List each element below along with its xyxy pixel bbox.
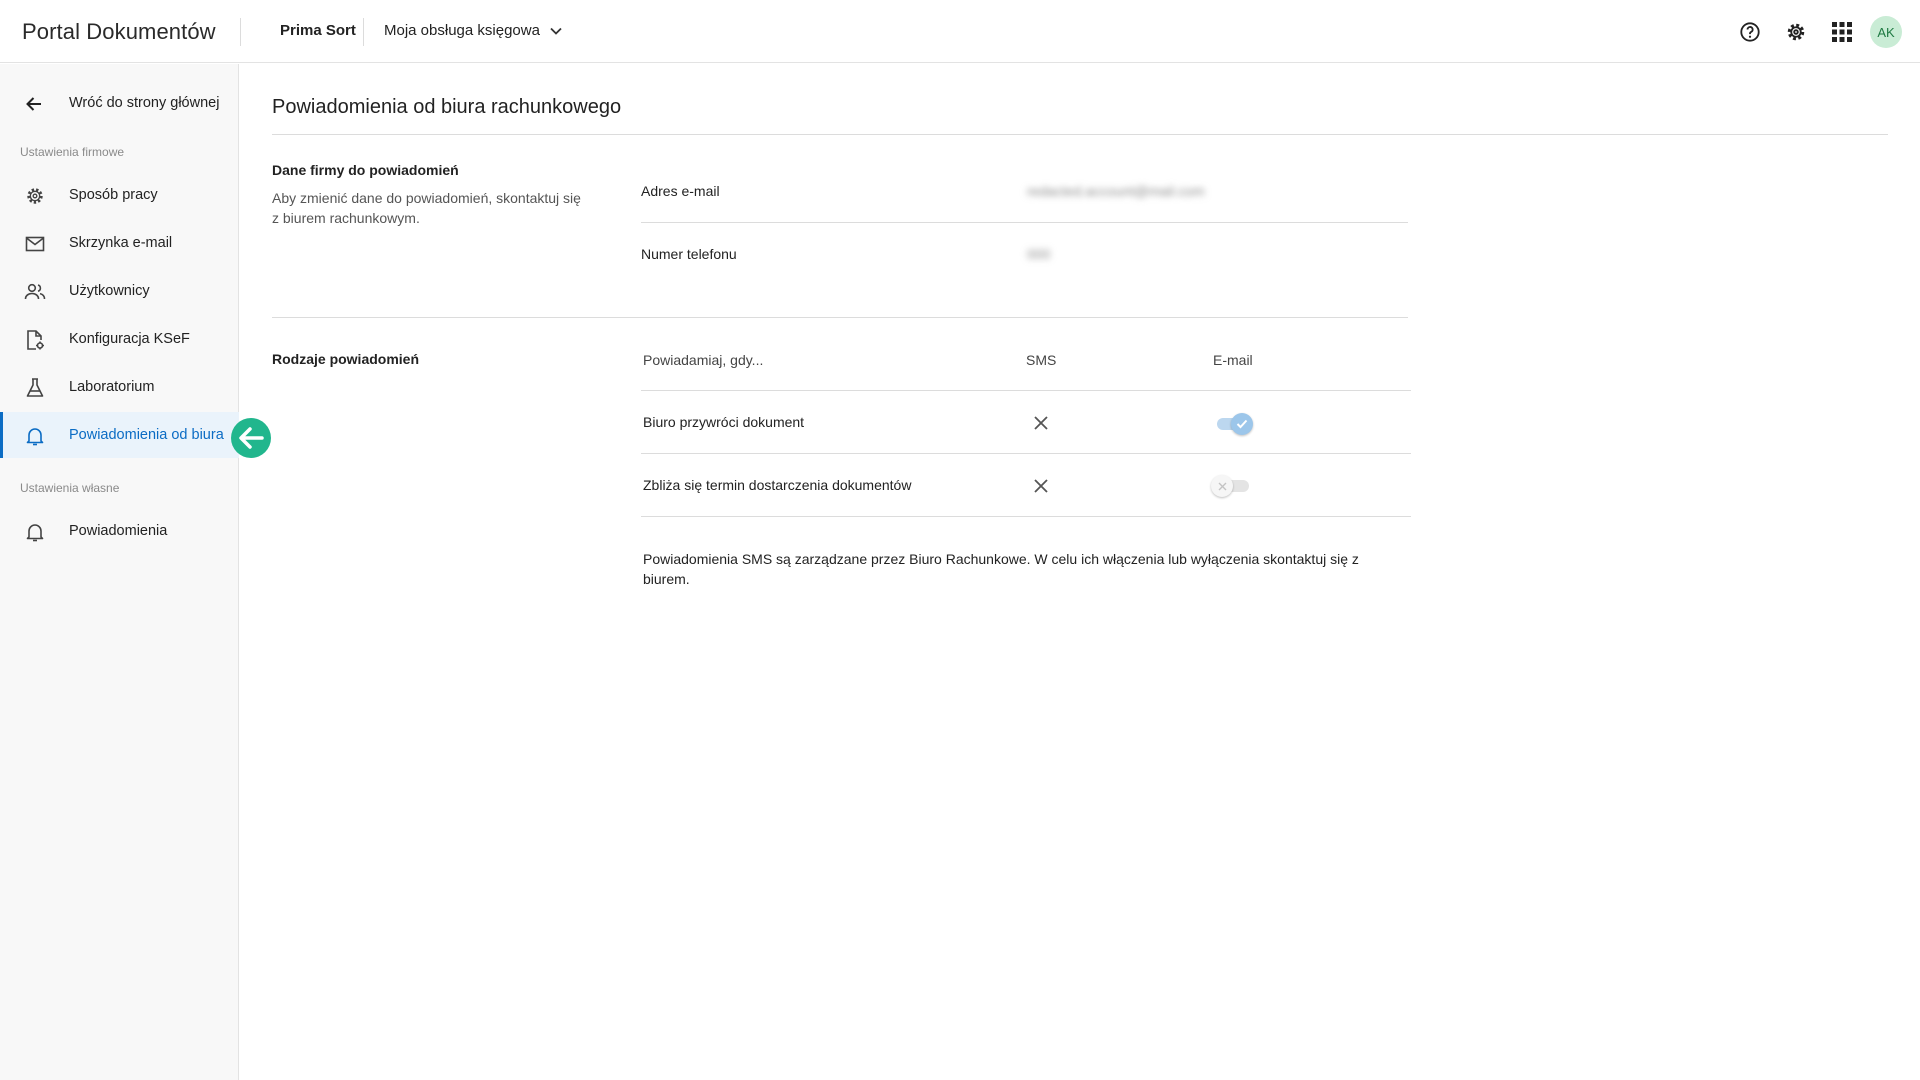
row-divider	[641, 453, 1411, 454]
flask-icon	[24, 377, 46, 399]
app-title[interactable]: Portal Dokumentów	[22, 19, 216, 45]
sms-disabled-x-icon	[1032, 414, 1050, 432]
sidebar-item-label: Użytkownicy	[69, 283, 150, 299]
highlight-arrow-icon	[231, 418, 271, 458]
sidebar-item-laboratory[interactable]: Laboratorium	[0, 364, 239, 410]
arrow-left-icon	[24, 94, 44, 119]
table-divider	[641, 390, 1411, 391]
company-name: Prima Sort	[280, 22, 356, 39]
sidebar-item-label: Powiadomienia	[69, 523, 168, 539]
close-icon	[1211, 475, 1233, 497]
field-divider	[641, 222, 1408, 223]
row-label: Biuro przywróci dokument	[643, 414, 805, 430]
back-to-home-link[interactable]: Wróć do strony głównej	[0, 84, 239, 124]
document-settings-icon	[24, 329, 46, 351]
service-label: Moja obsługa księgowa	[384, 22, 540, 39]
sidebar-item-office-notifications[interactable]: Powiadomienia od biura	[0, 412, 239, 458]
section-title-own: Ustawienia własne	[20, 481, 120, 495]
title-divider	[272, 134, 1888, 135]
col-header-event: Powiadamiaj, gdy...	[643, 352, 764, 368]
users-icon	[24, 281, 46, 303]
chevron-down-icon	[550, 22, 562, 39]
sidebar-item-label: Skrzynka e-mail	[69, 235, 173, 251]
sidebar-item-work-mode[interactable]: Sposób pracy	[0, 172, 239, 218]
user-avatar[interactable]: AK	[1870, 16, 1902, 48]
top-bar: Portal Dokumentów Prima Sort Moja obsług…	[0, 0, 1920, 63]
apps-grid-icon[interactable]	[1828, 18, 1856, 46]
header-divider	[240, 18, 241, 46]
sidebar-item-ksef-config[interactable]: Konfiguracja KSeF	[0, 316, 239, 362]
phone-label: Numer telefonu	[641, 246, 737, 262]
help-icon[interactable]	[1736, 18, 1764, 46]
col-header-email: E-mail	[1213, 352, 1253, 368]
phone-value: 000	[1027, 246, 1051, 262]
service-dropdown[interactable]: Moja obsługa księgowa	[384, 22, 562, 39]
header-divider	[363, 18, 364, 46]
sidebar-item-mailbox[interactable]: Skrzynka e-mail	[0, 220, 239, 266]
email-toggle[interactable]	[1211, 473, 1251, 497]
sidebar-item-label: Sposób pracy	[69, 187, 158, 203]
sms-disabled-x-icon	[1032, 477, 1050, 495]
sidebar-item-notifications[interactable]: Powiadomienia	[0, 508, 239, 554]
sidebar-item-label: Powiadomienia od biura	[69, 427, 224, 443]
sidebar-item-label: Konfiguracja KSeF	[69, 331, 190, 347]
bell-icon	[24, 425, 46, 447]
back-label: Wróć do strony głównej	[69, 95, 220, 111]
email-toggle[interactable]	[1213, 411, 1253, 435]
col-header-sms: SMS	[1026, 352, 1057, 368]
check-icon	[1231, 413, 1253, 435]
gear-icon[interactable]	[1782, 18, 1810, 46]
sidebar: Wróć do strony głównej Ustawienia firmow…	[0, 64, 239, 1080]
page-title: Powiadomienia od biura rachunkowego	[272, 96, 622, 118]
section-title-company: Ustawienia firmowe	[20, 145, 125, 159]
row-label: Zbliża się termin dostarczenia dokumentó…	[643, 477, 912, 493]
email-label: Adres e-mail	[641, 183, 720, 199]
sms-info-note: Powiadomienia SMS są zarządzane przez Bi…	[643, 551, 1359, 587]
email-value: redacted.account@mail.com	[1027, 183, 1205, 199]
section-divider	[272, 317, 1408, 318]
bell-icon	[24, 521, 46, 543]
company-data-description: Aby zmienić dane do powiadomień, skontak…	[272, 190, 581, 226]
gear-icon	[24, 185, 46, 207]
sidebar-item-users[interactable]: Użytkownicy	[0, 268, 239, 314]
mail-icon	[24, 233, 46, 255]
company-data-heading: Dane firmy do powiadomień	[272, 162, 459, 178]
sidebar-item-label: Laboratorium	[69, 379, 155, 395]
notification-types-heading: Rodzaje powiadomień	[272, 351, 420, 367]
row-divider	[641, 516, 1411, 517]
